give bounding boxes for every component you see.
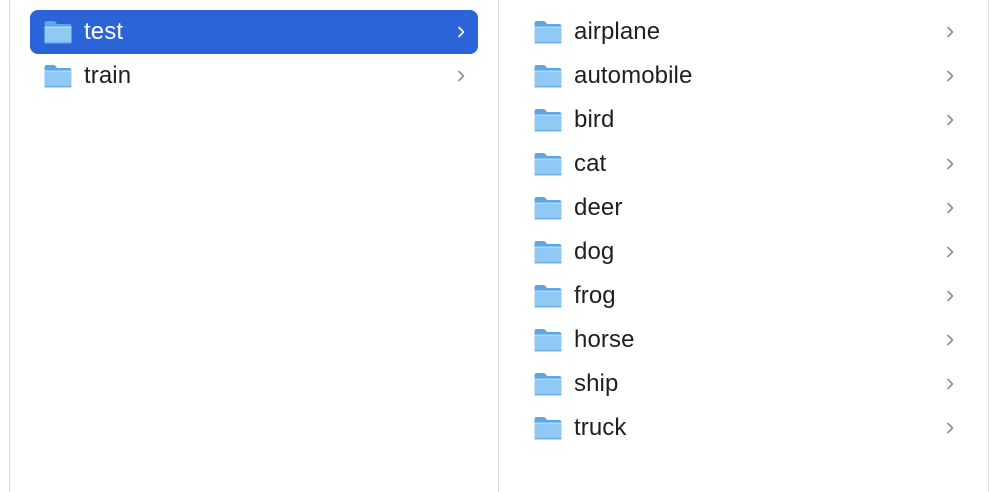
folder-icon bbox=[534, 21, 562, 44]
folder-row-airplane[interactable]: airplane bbox=[521, 10, 967, 54]
folder-icon bbox=[534, 65, 562, 88]
chevron-right-icon[interactable] bbox=[943, 201, 957, 215]
folder-row-bird[interactable]: bird bbox=[521, 98, 967, 142]
folder-label: frog bbox=[574, 282, 616, 309]
folder-icon bbox=[534, 197, 562, 220]
folder-row-dog[interactable]: dog bbox=[521, 230, 967, 274]
folder-row-ship[interactable]: ship bbox=[521, 362, 967, 406]
chevron-right-icon[interactable] bbox=[943, 245, 957, 259]
folder-icon bbox=[534, 417, 562, 440]
folder-row-cat[interactable]: cat bbox=[521, 142, 967, 186]
folder-label: deer bbox=[574, 194, 623, 221]
column-edge bbox=[988, 0, 989, 492]
folder-icon bbox=[534, 153, 562, 176]
chevron-right-icon[interactable] bbox=[943, 333, 957, 347]
column-browser: test train airplane automobile bird cat … bbox=[0, 0, 990, 492]
folder-label: train bbox=[84, 62, 132, 89]
folder-icon bbox=[534, 373, 562, 396]
chevron-right-icon[interactable] bbox=[943, 69, 957, 83]
chevron-right-icon[interactable] bbox=[943, 421, 957, 435]
folder-icon bbox=[534, 285, 562, 308]
column-1: test train bbox=[10, 0, 498, 492]
chevron-right-icon[interactable] bbox=[943, 113, 957, 127]
folder-icon bbox=[44, 65, 72, 88]
folder-row-test[interactable]: test bbox=[30, 10, 478, 54]
folder-label: truck bbox=[574, 414, 627, 441]
folder-label: ship bbox=[574, 370, 619, 397]
folder-icon bbox=[44, 21, 72, 44]
chevron-right-icon[interactable] bbox=[943, 157, 957, 171]
folder-row-train[interactable]: train bbox=[30, 54, 478, 98]
folder-row-automobile[interactable]: automobile bbox=[521, 54, 967, 98]
folder-label: automobile bbox=[574, 62, 693, 89]
folder-icon bbox=[534, 329, 562, 352]
folder-label: cat bbox=[574, 150, 607, 177]
folder-label: dog bbox=[574, 238, 615, 265]
folder-row-truck[interactable]: truck bbox=[521, 406, 967, 450]
folder-row-horse[interactable]: horse bbox=[521, 318, 967, 362]
folder-label: test bbox=[84, 18, 124, 45]
chevron-right-icon[interactable] bbox=[943, 377, 957, 391]
chevron-right-icon[interactable] bbox=[454, 69, 468, 83]
chevron-right-icon[interactable] bbox=[943, 25, 957, 39]
chevron-right-icon[interactable] bbox=[454, 25, 468, 39]
folder-row-deer[interactable]: deer bbox=[521, 186, 967, 230]
folder-label: bird bbox=[574, 106, 615, 133]
folder-label: horse bbox=[574, 326, 635, 353]
folder-icon bbox=[534, 241, 562, 264]
folder-row-frog[interactable]: frog bbox=[521, 274, 967, 318]
folder-icon bbox=[534, 109, 562, 132]
folder-label: airplane bbox=[574, 18, 661, 45]
column-2: airplane automobile bird cat deer dog fr… bbox=[499, 0, 988, 492]
chevron-right-icon[interactable] bbox=[943, 289, 957, 303]
